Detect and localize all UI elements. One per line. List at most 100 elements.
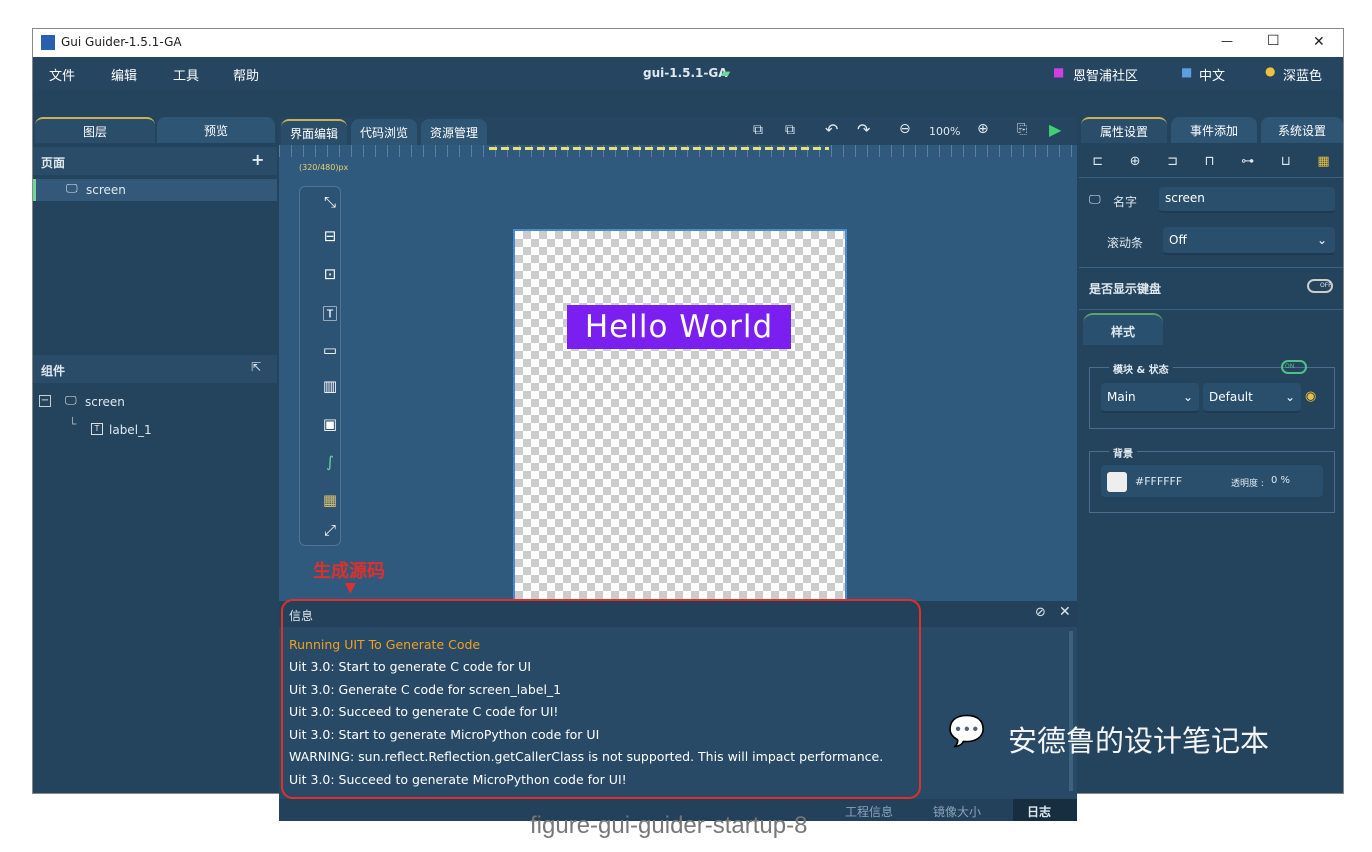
maximize-button[interactable]: ☐ (1267, 33, 1280, 49)
window-title: Gui Guider-1.5.1-GA (61, 35, 182, 49)
tab-layers[interactable]: 图层 (35, 117, 155, 143)
divider (1079, 309, 1343, 310)
tab-resource-manager[interactable]: 资源管理 (421, 119, 487, 145)
tab-style[interactable]: 样式 (1083, 313, 1163, 345)
eye-icon[interactable]: ◉ (1305, 389, 1316, 404)
part-select[interactable]: Main ⌄ (1101, 383, 1199, 413)
wechat-icon: 💬 (948, 714, 986, 749)
align-top-icon[interactable]: ⊓ (1205, 154, 1215, 169)
close-info-icon[interactable]: ✕ (1059, 604, 1071, 620)
undo-icon[interactable]: ↶ (825, 120, 838, 139)
app-window: Gui Guider-1.5.1-GA — ☐ ✕ 文件 编辑 工具 帮助 gu… (32, 28, 1344, 821)
hello-world-label[interactable]: Hello World (567, 305, 791, 349)
title-bar: Gui Guider-1.5.1-GA — ☐ ✕ (33, 29, 1343, 57)
chevron-down-icon: ⌄ (1182, 390, 1193, 404)
app-logo-icon (41, 35, 55, 50)
send-back-icon[interactable]: ⧉ (785, 122, 795, 138)
minimize-button[interactable]: — (1221, 34, 1233, 48)
menu-edit[interactable]: 编辑 (111, 65, 137, 84)
ruler-highlight (489, 147, 829, 150)
chart-widget-icon[interactable]: ▥ (318, 377, 342, 401)
folder-icon: ▰ (721, 66, 731, 80)
opacity-value[interactable]: 0 % (1271, 475, 1290, 486)
scrollbar-label: 滚动条 (1107, 236, 1144, 250)
zoom-level: 100% (929, 125, 961, 138)
color-swatch[interactable] (1107, 472, 1127, 492)
menu-file[interactable]: 文件 (49, 65, 75, 84)
tab-ui-editor[interactable]: 界面编辑 (281, 119, 347, 145)
status-project-info[interactable]: 工程信息 (845, 803, 893, 820)
tab-system-settings[interactable]: 系统设置 (1261, 117, 1343, 143)
scrollbar-select[interactable]: Off ⌄ (1163, 227, 1335, 255)
status-image-size[interactable]: 镜像大小 (933, 803, 981, 820)
grid-icon[interactable]: ▦ (1317, 154, 1329, 169)
button-widget-icon[interactable]: ⊡ (318, 265, 342, 289)
state-value: Default (1209, 390, 1253, 404)
menu-help[interactable]: 帮助 (233, 65, 259, 84)
bring-front-icon[interactable]: ⧉ (753, 122, 763, 138)
menu-bar: 文件 编辑 工具 帮助 gui-1.5.1-GA ▰ ■ 恩智浦社区 ■ 中文 … (33, 57, 1343, 89)
run-icon[interactable]: ▶ (1049, 120, 1061, 139)
part-state-label: 模块 & 状态 (1109, 361, 1173, 376)
generate-code-icon[interactable]: ⎘ (1017, 122, 1027, 137)
page-item-label: screen (86, 183, 126, 197)
close-button[interactable]: ✕ (1313, 34, 1325, 50)
popout-icon[interactable]: ⇱ (251, 360, 261, 374)
log-scrollbar[interactable] (1069, 631, 1073, 791)
opacity-label: 透明度 : (1231, 479, 1264, 489)
clear-icon[interactable]: ⊘ (1035, 605, 1046, 620)
line-widget-icon[interactable]: ∫ (318, 453, 342, 477)
name-input[interactable]: screen (1159, 187, 1335, 213)
tree-line: └ (69, 417, 77, 431)
state-select[interactable]: Default ⌄ (1203, 383, 1301, 413)
keyboard-toggle[interactable]: OFF (1307, 279, 1333, 293)
widget-toolbox: ⤡ ⊟ ⊡ 🅃 ▭ ▥ ▣ ∫ ▦ ⤢ (299, 186, 341, 546)
align-right-icon[interactable]: ⊐ (1167, 154, 1178, 169)
language-button[interactable]: 中文 (1199, 65, 1225, 84)
zoom-in-icon[interactable]: ⊕ (977, 121, 989, 137)
status-log-tab[interactable]: 日志 (1013, 799, 1077, 821)
part-toggle[interactable]: ON (1281, 360, 1307, 374)
tree-item-label-1[interactable]: label_1 (109, 423, 152, 437)
align-toolbar: ⊏ ⊕ ⊐ ⊓ ⊶ ⊔ ▦ (1079, 147, 1343, 175)
layout-widget-icon[interactable]: ⊟ (318, 227, 342, 251)
name-label: 名字 (1113, 195, 1138, 209)
page-item-screen[interactable]: 🖵 screen (33, 179, 277, 201)
bg-color-value[interactable]: #FFFFFF (1135, 475, 1182, 488)
collapse-toolbox-icon[interactable]: ⤡ (318, 193, 342, 217)
tab-code-browser[interactable]: 代码浏览 (351, 119, 417, 145)
grid-widget-icon[interactable]: ▦ (318, 491, 342, 515)
label-widget-icon[interactable]: 🅃 (318, 303, 342, 327)
left-panel: 图层 预览 页面 + 🖵 screen 组件 ⇱ − 🖵 screen └ T … (33, 117, 277, 771)
project-name: gui-1.5.1-GA (643, 66, 728, 80)
align-center-icon[interactable]: ⊕ (1130, 154, 1141, 169)
align-left-icon[interactable]: ⊏ (1092, 154, 1103, 169)
redo-icon[interactable]: ↷ (857, 120, 870, 139)
components-header: 组件 ⇱ (33, 355, 277, 383)
center-editor: 界面编辑 代码浏览 资源管理 ⧉ ⧉ ↶ ↷ ⊖ 100% ⊕ ⎘ ▶ (320… (279, 117, 1077, 821)
tab-properties[interactable]: 属性设置 (1081, 117, 1167, 143)
monitor-icon: 🖵 (1089, 192, 1101, 206)
zoom-out-icon[interactable]: ⊖ (899, 121, 911, 137)
image-widget-icon[interactable]: ▣ (318, 415, 342, 439)
tab-preview[interactable]: 预览 (157, 117, 275, 143)
tab-events[interactable]: 事件添加 (1171, 117, 1257, 143)
language-icon: ■ (1181, 65, 1193, 79)
menu-tools[interactable]: 工具 (173, 65, 199, 84)
right-panel: 属性设置 事件添加 系统设置 ⊏ ⊕ ⊐ ⊓ ⊶ ⊔ ▦ 🖵 名字 screen 滚动条 O… (1079, 117, 1343, 771)
input-widget-icon[interactable]: ▭ (318, 341, 342, 365)
tree-item-screen[interactable]: screen (85, 395, 125, 409)
label-icon: T (91, 423, 103, 435)
canvas-size: (320/480)px (299, 163, 349, 172)
collapse-icon[interactable]: − (39, 395, 51, 407)
expand-toolbox-icon[interactable]: ⤢ (318, 521, 342, 545)
add-page-button[interactable]: + (251, 150, 264, 169)
screen-canvas[interactable]: Hello World (513, 229, 847, 601)
community-link[interactable]: 恩智浦社区 (1073, 65, 1138, 84)
theme-button[interactable]: 深蓝色 (1283, 65, 1322, 84)
components-title: 组件 (41, 364, 66, 378)
align-middle-icon[interactable]: ⊶ (1241, 154, 1254, 169)
align-bottom-icon[interactable]: ⊔ (1281, 154, 1291, 169)
divider (1079, 177, 1343, 178)
pages-title: 页面 (41, 156, 66, 170)
